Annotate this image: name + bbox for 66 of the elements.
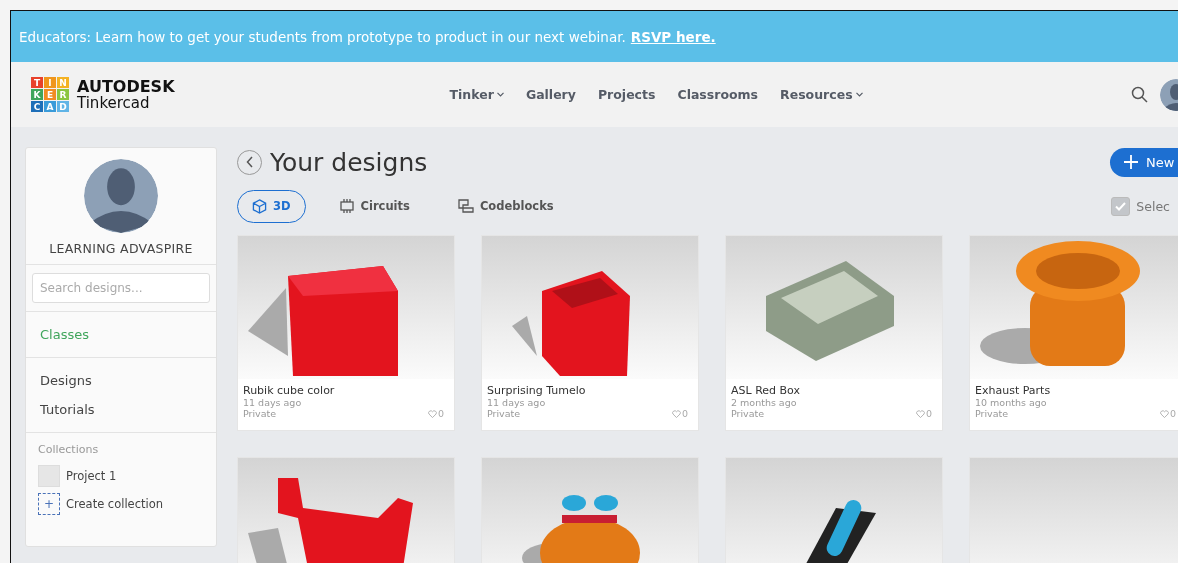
design-visibility: Private	[243, 408, 277, 419]
design-visibility: Private	[975, 408, 1009, 419]
heart-icon	[915, 409, 925, 418]
heart-icon	[671, 409, 681, 418]
brand-name: AUTODESK	[77, 77, 175, 95]
avatar-icon	[84, 159, 158, 233]
heart-icon	[1159, 409, 1169, 418]
tab[interactable]: Circuits	[323, 189, 425, 223]
logo-tile: T	[31, 77, 43, 88]
logo-tile: E	[44, 89, 56, 100]
collection-name[interactable]: Project 1	[66, 469, 117, 483]
nav-link[interactable]: Resources	[780, 87, 863, 102]
nav-link[interactable]: Tinker	[449, 87, 504, 102]
logo-tile: D	[57, 101, 69, 112]
like-count: 0	[925, 408, 932, 419]
tab[interactable]: Codeblocks	[442, 189, 569, 223]
design-time: 10 months ago	[975, 397, 1047, 408]
chip-icon	[338, 199, 355, 213]
logo-tile: I	[44, 77, 56, 88]
design-visibility: Private	[487, 408, 521, 419]
chevron-left-icon	[245, 156, 254, 168]
select-checkbox[interactable]: Selec	[1111, 196, 1170, 216]
nav-link[interactable]: Gallery	[525, 87, 576, 102]
design-card[interactable]: Surprising Tumelo 11 days ago Private 0	[481, 235, 699, 431]
plus-icon	[1124, 155, 1138, 169]
banner-text: Educators: Learn how to get your students from prototype to product in our next webinar.	[19, 28, 626, 45]
logo-tile: A	[44, 101, 56, 112]
collection-thumbnail[interactable]	[38, 465, 60, 487]
design-card[interactable]: Exhaust Parts 10 months ago Private 0	[969, 235, 1178, 431]
logo-tile: K	[31, 89, 43, 100]
blocks-icon	[457, 199, 474, 213]
page-title: Your designs	[270, 147, 428, 177]
logo-tile: C	[31, 101, 43, 112]
logo-tile: N	[57, 77, 69, 88]
design-time: 2 months ago	[731, 397, 797, 408]
create-collection-link[interactable]: Create collection	[66, 497, 164, 511]
like-count: 0	[1169, 408, 1176, 419]
logo-tile: R	[57, 89, 69, 100]
collections-heading: Collections	[37, 442, 100, 458]
search-field[interactable]: Search designs...	[32, 273, 210, 303]
sidebar-link[interactable]: Classes	[32, 320, 210, 349]
product-name: Tinkercad	[77, 94, 151, 112]
chevron-down-icon	[855, 92, 863, 97]
design-time: 11 days ago	[487, 397, 546, 408]
design-visibility: Private	[731, 408, 765, 419]
design-name: Surprising Tumelo	[487, 384, 587, 397]
add-collection-button[interactable]: +	[38, 493, 60, 515]
sidebar-link[interactable]: Tutorials	[32, 395, 210, 424]
nav-link[interactable]: Projects	[597, 87, 656, 102]
search-icon[interactable]	[1131, 86, 1148, 103]
design-card[interactable]: Rubik cube color 11 days ago Private 0	[237, 235, 455, 431]
design-name: Exhaust Parts	[975, 384, 1052, 397]
cube-icon	[252, 198, 267, 214]
design-card[interactable]: ASL Red Box 2 months ago Private 0	[725, 235, 943, 431]
sidebar-link[interactable]: Designs	[32, 366, 210, 395]
like-count: 0	[681, 408, 688, 419]
design-name: Rubik cube color	[243, 384, 336, 397]
design-name: ASL Red Box	[731, 384, 801, 397]
heart-icon	[427, 409, 437, 418]
design-time: 11 days ago	[243, 397, 302, 408]
new-button[interactable]: New	[1110, 147, 1178, 177]
like-count: 0	[437, 408, 444, 419]
user-name: LEARNING ADVASPIRE	[49, 241, 193, 256]
check-icon	[1115, 201, 1127, 211]
chevron-down-icon	[496, 92, 504, 97]
nav-link[interactable]: Classrooms	[677, 87, 759, 102]
